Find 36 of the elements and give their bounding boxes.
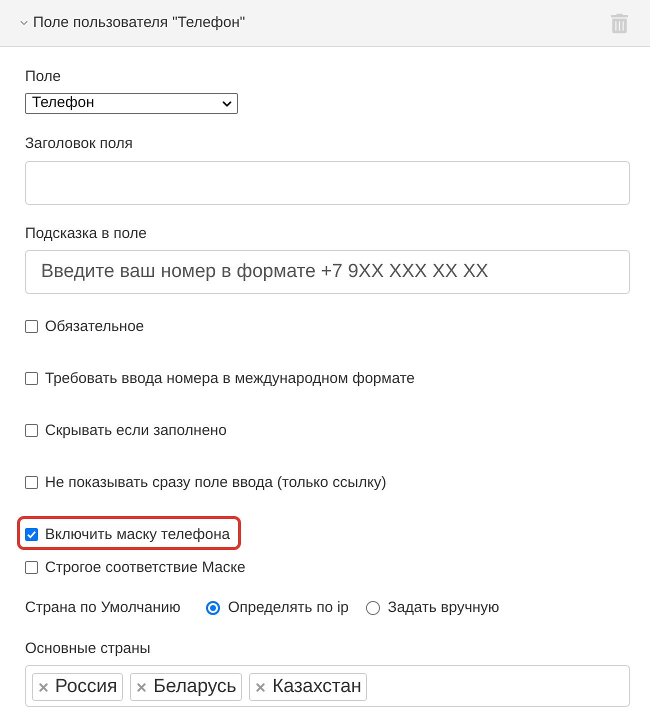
tag-label: Казахстан (272, 676, 362, 698)
checkbox-label[interactable]: Включить маску телефона (45, 526, 230, 543)
remove-icon[interactable] (137, 682, 146, 692)
checkbox[interactable] (25, 320, 38, 333)
radio-label[interactable]: Определять по ip (228, 599, 349, 616)
panel-header[interactable]: Поле пользователя "Телефон" (0, 0, 650, 47)
title-input[interactable] (25, 161, 630, 205)
radio[interactable] (366, 600, 380, 614)
panel-title: Поле пользователя "Телефон" (33, 12, 246, 33)
remove-icon[interactable] (39, 682, 48, 692)
checkbox-label[interactable]: Строгое соответствие Маске (45, 559, 246, 576)
remove-icon[interactable] (256, 682, 266, 692)
field-label: Основные страны (25, 640, 150, 657)
tag-label: Россия (55, 676, 118, 698)
field-select[interactable]: Телефон (25, 93, 238, 114)
checkbox[interactable] (25, 476, 38, 489)
field-label: Заголовок поля (25, 135, 133, 152)
tag-label: Беларусь (153, 676, 236, 698)
field-label: Поле (25, 68, 61, 85)
checkbox[interactable] (25, 424, 38, 437)
checkbox-label[interactable]: Скрывать если заполнено (45, 422, 227, 439)
selected-radio[interactable] (206, 600, 220, 614)
country-tag[interactable]: Россия (32, 673, 124, 701)
countries-multiselect[interactable]: Россия Беларусь Казахстан (25, 665, 630, 707)
checkbox-label[interactable]: Не показывать сразу поле ввода (только ссылку) (45, 474, 386, 491)
checkbox-label[interactable]: Обязательное (45, 318, 144, 335)
hint-input[interactable]: Введите ваш номер в формате +7 9XX XXX XX XX (25, 250, 630, 294)
country-tag[interactable]: Казахстан (249, 673, 368, 701)
country-tag[interactable]: Беларусь (130, 673, 242, 701)
checked-checkbox[interactable] (25, 528, 38, 541)
checkbox[interactable] (25, 561, 38, 574)
checkbox[interactable] (25, 372, 38, 385)
default-country-label: Страна по Умолчанию (25, 599, 182, 616)
checkbox-label[interactable]: Требовать ввода номера в международном формате (45, 370, 415, 387)
radio-label[interactable]: Задать вручную (388, 599, 500, 616)
field-label: Подсказка в поле (25, 225, 147, 242)
